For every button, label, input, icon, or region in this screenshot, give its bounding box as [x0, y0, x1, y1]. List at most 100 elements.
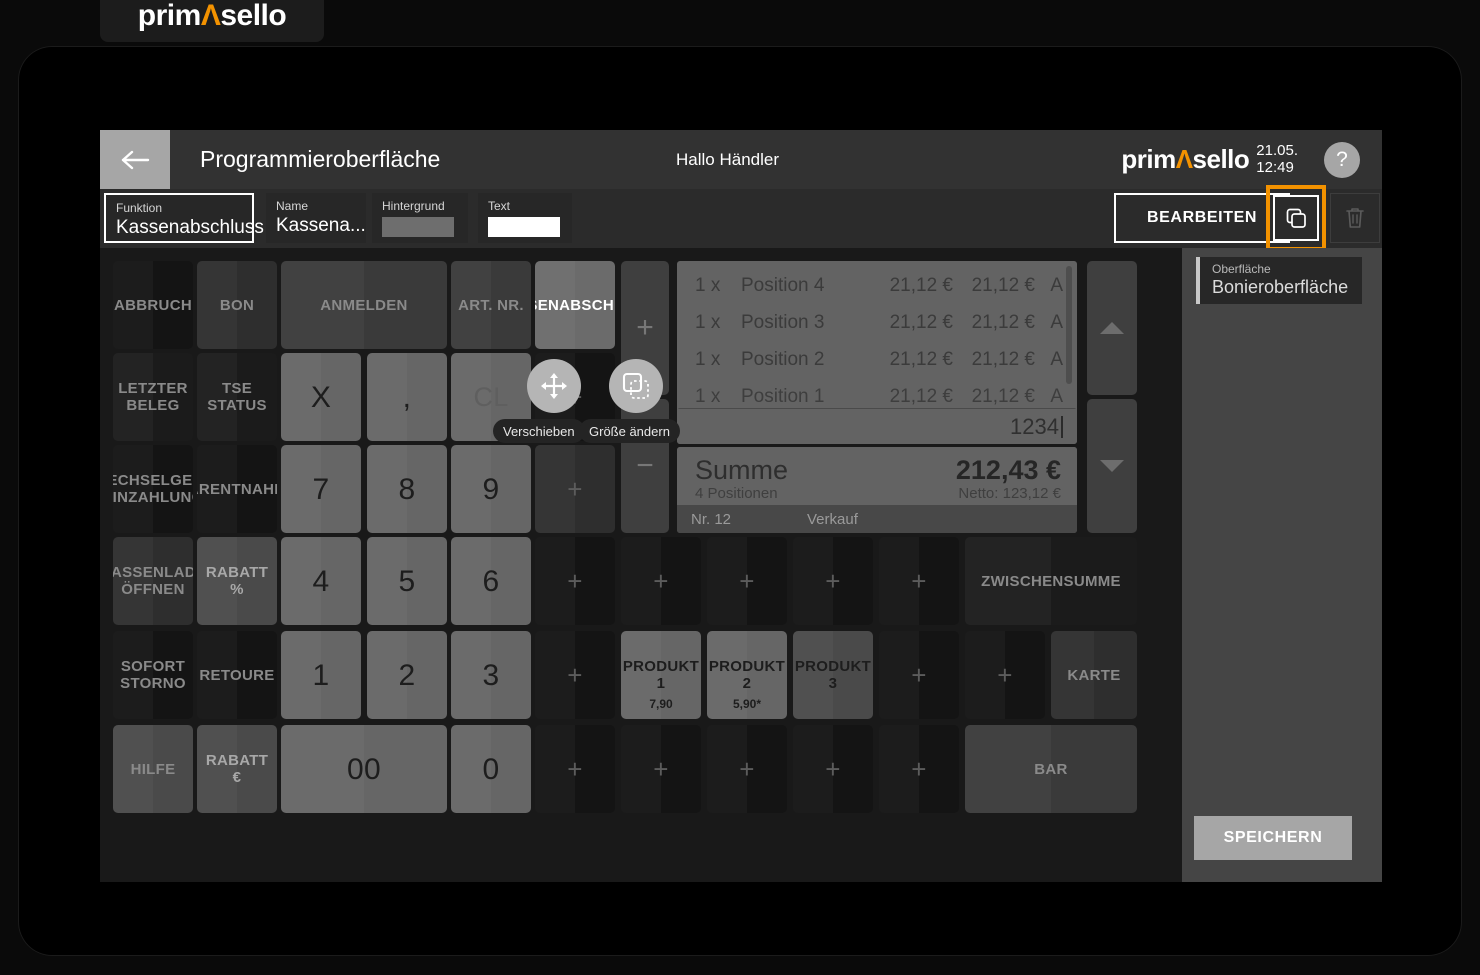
copy-button[interactable] — [1273, 195, 1319, 241]
receipt-line-p1: 21,12 € — [889, 274, 953, 296]
key-label: 6 — [482, 564, 500, 598]
key-add-r5-c10[interactable]: + — [879, 631, 959, 719]
key-hilfe[interactable]: HILFE — [113, 725, 193, 813]
key-add-r6-c10[interactable]: + — [879, 725, 959, 813]
key-produkt2[interactable]: PRODUKT 2 5,90* — [707, 631, 787, 719]
edit-button[interactable]: BEARBEITEN — [1114, 193, 1290, 243]
receipt-line-p2: 21,12 € — [971, 274, 1035, 296]
key-sofortstorno[interactable]: SOFORT STORNO — [113, 631, 193, 719]
key-artnr[interactable]: ART. NR. — [451, 261, 531, 349]
delete-button[interactable] — [1330, 193, 1380, 243]
surface-card[interactable]: Oberfläche Bonieroberfläche — [1196, 257, 1362, 304]
back-button[interactable] — [100, 130, 170, 189]
key-label: 2 — [398, 658, 416, 692]
device-bezel: Programmieroberfläche Hallo Händler prim… — [18, 46, 1462, 956]
receipt-widget: + − 1 x Position 4 21,12 €21,12 € A 1 x Posit… — [621, 261, 1137, 533]
receipt-number: Nr. 12 — [691, 510, 732, 528]
key-add-r4-c9[interactable]: + — [793, 537, 873, 625]
key-add-r4-c7[interactable]: + — [621, 537, 701, 625]
key-produkt3[interactable]: PRODUKT 3 — [793, 631, 873, 719]
receipt-line[interactable]: 1 x Position 3 21,12 € 21,12 € A — [695, 304, 1063, 341]
property-field-value: Kassena... — [276, 215, 366, 236]
key-rabatteuro[interactable]: RABATT € — [197, 725, 277, 813]
key-tsestatus[interactable]: TSE STATUS — [197, 353, 277, 441]
key-add-r4-c6[interactable]: + — [535, 537, 615, 625]
key-add-r6-c8[interactable]: + — [707, 725, 787, 813]
color-swatch[interactable] — [382, 217, 454, 237]
key-letzterbeleg[interactable]: LETZTER BELEG — [113, 353, 193, 441]
property-field-text[interactable]: Text — [478, 193, 572, 243]
key-num5[interactable]: 5 — [367, 537, 447, 625]
key-multiply[interactable]: X — [281, 353, 361, 441]
property-field-name[interactable]: Name Kassena... — [266, 193, 366, 243]
receipt-list-panel[interactable]: 1 x Position 4 21,12 € 21,12 € A 1 x Position … — [677, 261, 1077, 416]
key-num7[interactable]: 7 — [281, 445, 361, 533]
receipt-line-tx: A — [1050, 385, 1063, 407]
key-num1[interactable]: 1 — [281, 631, 361, 719]
key-bon[interactable]: BON — [197, 261, 277, 349]
key-rabattprozent[interactable]: RABATT % — [197, 537, 277, 625]
key-label: + — [825, 565, 841, 596]
key-add-r5-c6[interactable]: + — [535, 631, 615, 719]
resize-handle-button[interactable] — [609, 359, 663, 413]
arrow-left-icon — [121, 150, 150, 169]
key-comma[interactable]: , — [367, 353, 447, 441]
key-zwischensumme[interactable]: ZWISCHENSUMME — [965, 537, 1137, 625]
property-field-funktion[interactable]: Funktion Kassenabschluss — [104, 193, 264, 243]
key-num9[interactable]: 9 — [451, 445, 531, 533]
key-label: ZWISCHENSUMME — [981, 572, 1121, 590]
resize-icon — [622, 372, 649, 399]
key-num00[interactable]: 00 — [281, 725, 447, 813]
receipt-line-tx: A — [1050, 311, 1063, 333]
key-num6[interactable]: 6 — [451, 537, 531, 625]
move-handle-button[interactable] — [527, 359, 581, 413]
key-kassenlade[interactable]: KASSENLADE ÖFFNEN — [113, 537, 193, 625]
scroll-down-button[interactable] — [1087, 399, 1137, 533]
receipt-line-tx: A — [1050, 348, 1063, 370]
key-num2[interactable]: 2 — [367, 631, 447, 719]
key-wechselgeld[interactable]: WECHSELGELD EINZAHLUNG — [113, 445, 193, 533]
key-num8[interactable]: 8 — [367, 445, 447, 533]
key-price: 7,90 — [649, 697, 673, 711]
key-label: 5 — [398, 564, 416, 598]
triangle-down-icon — [1100, 460, 1124, 472]
key-add-r3-c6[interactable]: + — [535, 445, 615, 533]
greeting-text: Hallo Händler — [676, 150, 779, 169]
help-button[interactable]: ? — [1324, 142, 1360, 178]
key-add-r4-c8[interactable]: + — [707, 537, 787, 625]
key-num0[interactable]: 0 — [451, 725, 531, 813]
key-add-r6-c9[interactable]: + — [793, 725, 873, 813]
key-barentnahme[interactable]: BARENTNAHME — [197, 445, 277, 533]
screenshot-root: primΛsello Programmieroberfläche Hallo H… — [0, 0, 1480, 975]
scroll-up-button[interactable] — [1087, 261, 1137, 395]
receipt-line[interactable]: 1 x Position 2 21,12 € 21,12 € A — [695, 341, 1063, 378]
color-swatch[interactable] — [488, 217, 560, 237]
receipt-scrollbar[interactable] — [1066, 266, 1072, 384]
key-num4[interactable]: 4 — [281, 537, 361, 625]
key-price: 5,90* — [732, 697, 762, 711]
key-produkt1[interactable]: PRODUKT 1 7,90 — [621, 631, 701, 719]
key-anmelden[interactable]: ANMELDEN — [281, 261, 447, 349]
key-add-r5-c11[interactable]: + — [965, 631, 1045, 719]
datetime-display: 21.05. 12:49 — [1256, 142, 1298, 177]
time-text: 12:49 — [1256, 158, 1294, 176]
copy-icon — [1286, 208, 1306, 228]
key-label: BARENTNAHME — [197, 480, 277, 498]
key-retoure[interactable]: RETOURE — [197, 631, 277, 719]
key-add-r4-c10[interactable]: + — [879, 537, 959, 625]
key-bar[interactable]: BAR — [965, 725, 1137, 813]
key-add-r6-c7[interactable]: + — [621, 725, 701, 813]
key-kassenabschluss[interactable]: KASSENABSCHLUSS — [535, 261, 615, 349]
key-label: KASSENLADE ÖFFNEN — [113, 564, 193, 598]
receipt-line[interactable]: 1 x Position 4 21,12 € 21,12 € A — [695, 267, 1063, 304]
key-add-r6-c6[interactable]: + — [535, 725, 615, 813]
page-title: Programmieroberfläche — [200, 146, 441, 172]
save-button[interactable]: SPEICHERN — [1194, 816, 1352, 860]
key-num3[interactable]: 3 — [451, 631, 531, 719]
key-label: RABATT € — [205, 752, 269, 786]
key-abbruch[interactable]: ABBRUCH — [113, 261, 193, 349]
property-field-hintergrund[interactable]: Hintergrund — [372, 193, 468, 243]
receipt-input-row[interactable]: 1234 — [677, 408, 1077, 444]
receipt-line-nm: Position 2 — [741, 348, 825, 370]
key-karte[interactable]: KARTE — [1051, 631, 1137, 719]
